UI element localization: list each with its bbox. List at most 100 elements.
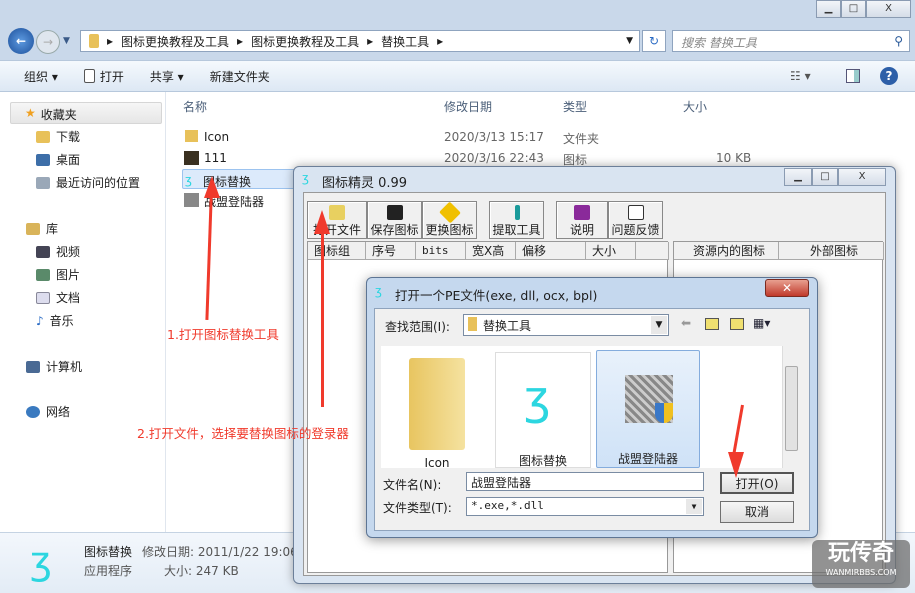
table-header[interactable]: 大小: [586, 242, 636, 260]
cancel-button[interactable]: 取消: [720, 501, 794, 523]
help-button[interactable]: 说明: [556, 201, 608, 239]
view-menu-icon[interactable]: ▦▾: [753, 316, 770, 330]
history-dropdown[interactable]: ▼: [63, 36, 70, 46]
open-button[interactable]: 打开: [83, 68, 124, 85]
sidebar-network[interactable]: 网络: [26, 403, 70, 420]
breadcrumb-item[interactable]: 图标更换教程及工具: [251, 33, 359, 50]
folder-icon: [468, 317, 477, 331]
video-icon: [36, 245, 50, 258]
file-browser[interactable]: Icon ʒ 图标替换 战盟登陆器: [381, 346, 799, 470]
dialog-title: 打开一个PE文件(exe, dll, ocx, bpl): [395, 288, 598, 303]
tab-external-icons[interactable]: 外部图标: [779, 242, 884, 260]
forward-button[interactable]: →: [36, 30, 60, 54]
replace-icon: [438, 201, 461, 224]
computer-icon: [26, 360, 40, 373]
column-header-size[interactable]: 大小: [683, 98, 707, 115]
share-menu[interactable]: 共享 ▾: [150, 68, 184, 85]
app-icon: ʒ: [375, 284, 382, 298]
minimize-button[interactable]: ▁: [816, 0, 841, 18]
file-row-selected[interactable]: ʒ 图标替换: [182, 169, 297, 189]
launcher-large-icon: [625, 375, 673, 423]
music-icon: ♪: [36, 313, 44, 328]
file-item-selected[interactable]: 战盟登陆器: [596, 350, 700, 468]
file-row[interactable]: 111 2020/3/16 22:43 图标 10 KB: [182, 148, 782, 168]
table-header[interactable]: 图标组: [308, 242, 366, 260]
sidebar-item-videos[interactable]: 视频: [36, 243, 80, 260]
library-icon: [26, 222, 40, 235]
column-header-date[interactable]: 修改日期: [444, 98, 492, 115]
save-icon-button[interactable]: 保存图标: [367, 201, 422, 239]
maximize-button[interactable]: □: [812, 168, 838, 186]
breadcrumb-item[interactable]: 图标更换教程及工具: [121, 33, 229, 50]
file-item[interactable]: ʒ 图标替换: [495, 352, 591, 468]
column-header-name[interactable]: 名称: [183, 98, 207, 115]
table-header[interactable]: 偏移: [516, 242, 586, 260]
close-button[interactable]: X: [838, 168, 886, 186]
view-options-icon[interactable]: ☷ ▾: [790, 69, 811, 83]
sidebar-item-pictures[interactable]: 图片: [36, 266, 80, 283]
new-folder-icon[interactable]: [730, 318, 744, 330]
folder-icon: [89, 34, 99, 48]
address-bar[interactable]: ▸ 图标更换教程及工具 ▸ 图标更换教程及工具 ▸ 替换工具 ▸ ▼: [80, 30, 640, 52]
dropdown-arrow[interactable]: ▼: [651, 316, 667, 334]
close-button[interactable]: X: [866, 0, 911, 18]
network-icon: [26, 405, 40, 418]
watermark-logo: 玩传奇 WANMIRBBS.COM: [812, 540, 910, 588]
app-icon: ʒ: [302, 171, 309, 185]
new-folder-button[interactable]: 新建文件夹: [210, 68, 270, 85]
help-book-icon: [574, 205, 590, 220]
annotation-step-2: 2.打开文件，选择要替换图标的登录器: [137, 426, 349, 441]
scrollbar[interactable]: [782, 346, 799, 468]
sidebar-item-documents[interactable]: 文档: [36, 289, 80, 306]
back-icon[interactable]: ⬅: [681, 316, 691, 330]
file-row[interactable]: Icon 2020/3/13 15:17 文件夹: [182, 127, 782, 147]
file-item[interactable]: Icon: [389, 352, 485, 470]
downloads-folder-icon: [36, 130, 50, 143]
app-large-icon: ʒ: [524, 371, 551, 425]
documents-icon: [36, 291, 50, 304]
minimize-button[interactable]: ▁: [784, 168, 812, 186]
annotation-step-1: 1.打开图标替换工具: [167, 327, 279, 342]
up-folder-icon[interactable]: [705, 318, 719, 330]
table-header[interactable]: 宽X高: [466, 242, 516, 260]
filename-input[interactable]: 战盟登陆器: [466, 472, 704, 491]
organize-menu[interactable]: 组织 ▾: [24, 68, 58, 85]
extract-tool-button[interactable]: 提取工具: [489, 201, 544, 239]
sidebar-item-recent[interactable]: 最近访问的位置: [36, 174, 140, 191]
filetype-select[interactable]: *.exe,*.dll ▼: [466, 497, 704, 516]
look-in-select[interactable]: 替换工具 ▼: [463, 314, 669, 336]
feedback-button[interactable]: 问题反馈: [608, 201, 663, 239]
back-button[interactable]: ←: [8, 28, 34, 54]
search-input[interactable]: 搜索 替换工具 ⚲: [672, 30, 910, 52]
help-icon[interactable]: ?: [880, 67, 898, 85]
sidebar-library[interactable]: 库: [26, 220, 58, 237]
floppy-disk-icon: [386, 205, 403, 220]
tab-resource-icons[interactable]: 资源内的图标: [674, 242, 779, 260]
replace-icon-button[interactable]: 更换图标: [422, 201, 477, 239]
preview-pane-icon[interactable]: [846, 69, 860, 83]
sidebar-favorites[interactable]: ★ 收藏夹: [10, 102, 162, 124]
sidebar-item-downloads[interactable]: 下载: [36, 128, 80, 145]
sidebar-computer[interactable]: 计算机: [26, 358, 82, 375]
annotation-arrow: [321, 225, 324, 407]
launcher-icon: [184, 193, 199, 207]
close-button[interactable]: ✕: [765, 279, 809, 297]
recent-places-icon: [36, 176, 50, 189]
column-header-type[interactable]: 类型: [563, 98, 587, 115]
refresh-button[interactable]: ↻: [642, 30, 666, 52]
command-bar: 组织 ▾ 打开 共享 ▾ 新建文件夹 ☷ ▾ ?: [0, 60, 915, 92]
breadcrumb-item[interactable]: 替换工具: [381, 33, 429, 50]
uac-shield-icon: [655, 403, 673, 423]
sidebar-item-desktop[interactable]: 桌面: [36, 151, 80, 168]
table-header[interactable]: 序号: [366, 242, 416, 260]
folder-large-icon: [409, 358, 465, 450]
maximize-button[interactable]: □: [841, 0, 866, 18]
dropdown-arrow[interactable]: ▼: [686, 499, 702, 514]
pictures-icon: [36, 268, 50, 281]
navigation-pane: ★ 收藏夹 下载 桌面 最近访问的位置 库 视频 图片 文档 ♪ 音乐 计算机 网络: [0, 92, 166, 532]
desktop-icon: [36, 153, 50, 166]
open-pe-file-dialog: ʒ 打开一个PE文件(exe, dll, ocx, bpl) ✕ 查找范围(I)…: [366, 277, 818, 538]
table-header[interactable]: bits: [416, 242, 466, 260]
address-dropdown[interactable]: ▼: [626, 36, 633, 46]
sidebar-item-music[interactable]: ♪ 音乐: [36, 312, 74, 329]
